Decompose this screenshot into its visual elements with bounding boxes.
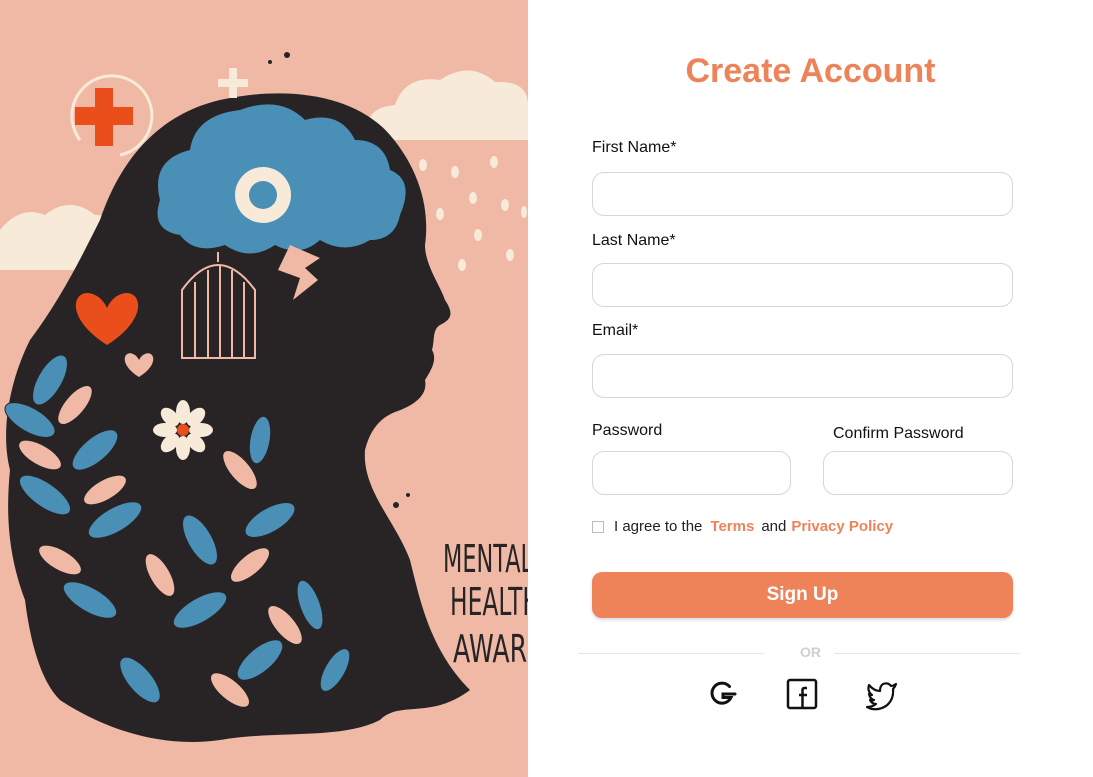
password-label: Password (592, 422, 663, 439)
medical-cross (75, 88, 133, 146)
rain-drops (419, 156, 527, 271)
last-name-input[interactable] (592, 263, 1013, 307)
signup-panel: Create Account First Name* Last Name* Em… (528, 0, 1093, 777)
agree-prefix-text: I agree to the (614, 518, 703, 535)
last-name-label: Last Name* (592, 232, 676, 249)
agree-and-text: and (761, 518, 787, 535)
confirm-password-input[interactable] (823, 451, 1013, 495)
google-icon[interactable] (704, 676, 740, 712)
password-input[interactable] (592, 451, 791, 495)
terms-link[interactable]: Terms (710, 518, 754, 535)
gear-shape (235, 167, 291, 223)
page-title: Create Account (685, 52, 936, 90)
twitter-icon[interactable] (864, 676, 900, 712)
sign-up-button[interactable]: Sign Up (592, 572, 1013, 618)
svg-text:HEALTH: HEALTH (450, 580, 528, 624)
mental-health-illustration: MENTAL HEALTH AWARE (0, 52, 528, 742)
privacy-policy-link[interactable]: Privacy Policy (791, 518, 893, 535)
illustration-panel: MENTAL HEALTH AWARE (0, 0, 528, 777)
small-plus (218, 68, 248, 98)
confirm-password-label: Confirm Password (833, 425, 964, 442)
divider-right (834, 653, 1020, 654)
awareness-text: MENTAL HEALTH AWARE (443, 537, 528, 671)
agree-checkbox[interactable] (592, 520, 604, 533)
terms-agreement: I agree to the Terms and Privacy Policy (592, 518, 893, 535)
or-separator: OR (800, 644, 821, 660)
svg-text:AWARE: AWARE (453, 627, 528, 671)
first-name-input[interactable] (592, 172, 1013, 216)
cloud-right (367, 70, 528, 140)
facebook-icon[interactable] (784, 676, 820, 712)
first-name-label: First Name* (592, 139, 677, 156)
email-label: Email* (592, 322, 639, 339)
email-input[interactable] (592, 354, 1013, 398)
svg-text:MENTAL: MENTAL (443, 537, 528, 581)
